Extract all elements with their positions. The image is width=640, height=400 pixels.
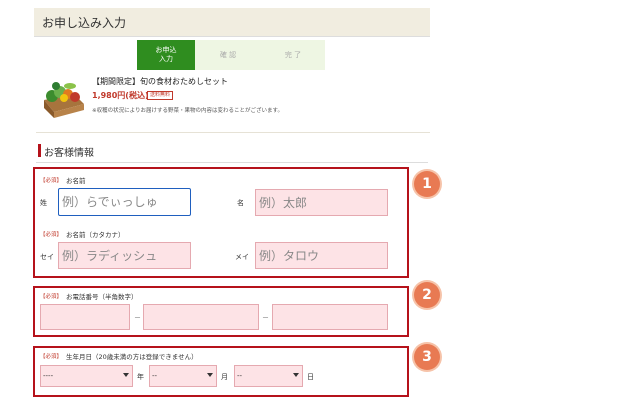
chevron-down-icon bbox=[293, 373, 299, 377]
required-label: 【必須】 bbox=[40, 232, 63, 238]
birth-day-select[interactable]: -- bbox=[234, 365, 303, 387]
product-note: ※収穫の状況によりお届けする野菜・果物の内容は変わることがございます。 bbox=[92, 108, 283, 114]
required-label: 【必須】 bbox=[40, 354, 63, 360]
mei-label: 名 bbox=[237, 199, 244, 207]
phone-input-1[interactable] bbox=[40, 304, 130, 330]
page-title: お申し込み入力 bbox=[42, 16, 127, 30]
birth-month-select[interactable]: -- bbox=[149, 365, 217, 387]
step-number-2-badge: 2 bbox=[414, 282, 440, 308]
divider bbox=[36, 132, 430, 133]
sei-label: 姓 bbox=[40, 199, 47, 207]
product-title: 【期間限定】旬の食材おためしセット bbox=[92, 77, 228, 86]
step-number-3-badge: 3 bbox=[414, 344, 440, 370]
step-input-line1: お申込 bbox=[155, 46, 177, 54]
required-label: 【必須】 bbox=[40, 294, 63, 300]
birth-day-value: -- bbox=[237, 372, 243, 380]
shipping-badge: 送料無料 bbox=[147, 91, 174, 100]
phone-input-2[interactable] bbox=[143, 304, 259, 330]
step-input: お申込 入力 bbox=[137, 40, 195, 70]
birthday-label: 生年月日（20歳未満の方は登録できません） bbox=[66, 353, 198, 361]
phone-separator: － bbox=[134, 314, 141, 322]
phone-label: お電話番号（半角数字） bbox=[66, 293, 138, 301]
month-unit: 月 bbox=[221, 373, 228, 381]
product-price: 1,980円(税込) bbox=[92, 91, 149, 100]
section-bar bbox=[38, 144, 41, 157]
last-name-input[interactable]: 例）らでぃっしゅ bbox=[58, 188, 191, 216]
first-name-kana-input[interactable]: 例）タロウ bbox=[255, 242, 388, 269]
step-number-1-badge: 1 bbox=[414, 171, 440, 197]
step-input-line2: 入力 bbox=[159, 55, 173, 63]
section-heading: お客様情報 bbox=[36, 142, 428, 163]
vegetable-box-image bbox=[44, 82, 84, 118]
sei-kana-label: セイ bbox=[40, 253, 54, 261]
last-name-kana-input[interactable]: 例）ラディッシュ bbox=[58, 242, 191, 269]
birth-year-select[interactable]: ---- bbox=[40, 365, 133, 387]
phone-input-3[interactable] bbox=[272, 304, 388, 330]
step-confirm: 確 認 bbox=[195, 40, 261, 70]
page-header: お申し込み入力 bbox=[34, 8, 430, 37]
chevron-down-icon bbox=[207, 373, 213, 377]
name-label: お名前 bbox=[66, 177, 86, 185]
year-unit: 年 bbox=[137, 373, 144, 381]
section-title: お客様情報 bbox=[44, 148, 94, 159]
phone-separator: － bbox=[262, 314, 269, 322]
required-label: 【必須】 bbox=[40, 178, 63, 184]
birth-month-value: -- bbox=[152, 372, 158, 380]
first-name-input[interactable]: 例）太郎 bbox=[255, 189, 388, 216]
day-unit: 日 bbox=[307, 373, 314, 381]
mei-kana-label: メイ bbox=[235, 253, 249, 261]
birth-year-value: ---- bbox=[43, 372, 54, 380]
step-complete: 完 了 bbox=[261, 40, 325, 70]
chevron-down-icon bbox=[123, 373, 129, 377]
kana-label: お名前（カタカナ） bbox=[66, 231, 125, 239]
product-summary: 【期間限定】旬の食材おためしセット 1,980円(税込) 送料無料 ※収穫の状況… bbox=[36, 74, 430, 132]
